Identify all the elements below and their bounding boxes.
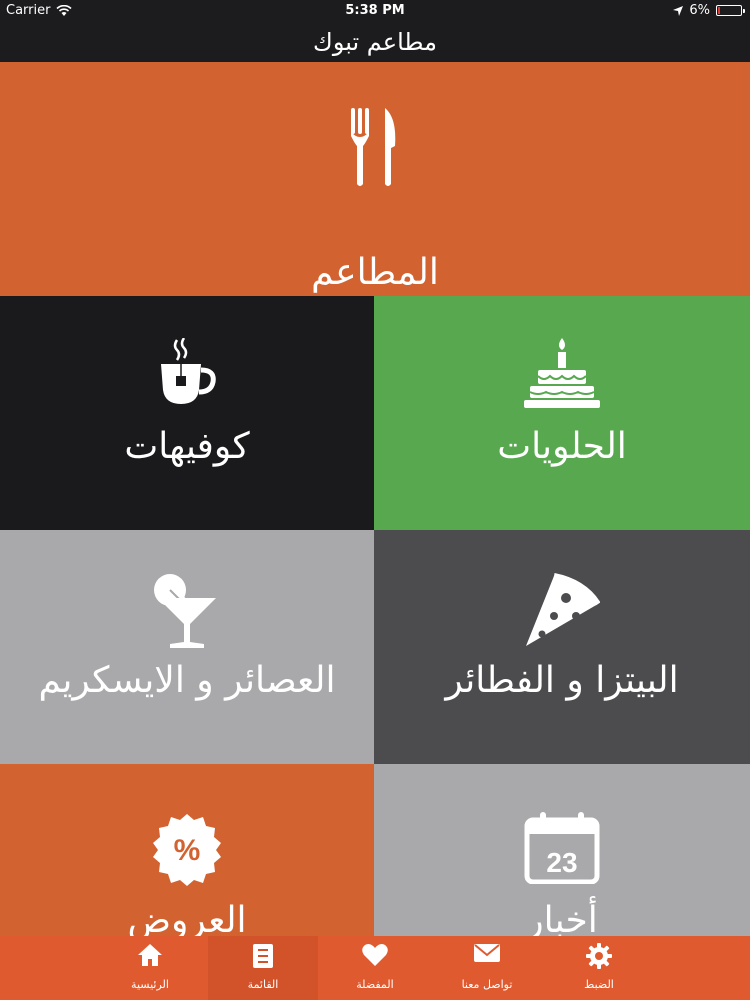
calendar-icon: 23 [524, 812, 600, 884]
cake-icon [524, 338, 600, 408]
tab-home-label: الرئيسية [131, 978, 169, 991]
svg-text:%: % [174, 834, 201, 867]
tile-cafes-label: كوفيهات [124, 426, 250, 467]
status-bar: Carrier 5:38 PM 6% [0, 0, 750, 22]
tile-pizza[interactable]: البيتزا و الفطائر [374, 530, 750, 764]
tab-menu[interactable]: القائمة [208, 936, 318, 1000]
tab-menu-label: القائمة [247, 978, 279, 991]
tab-contact-label: تواصل معنا [461, 978, 513, 991]
tea-cup-icon [161, 338, 216, 404]
status-time: 5:38 PM [345, 3, 405, 18]
tile-juices-label: العصائر و الايسكريم [38, 660, 336, 701]
tile-pizza-label: البيتزا و الفطائر [445, 660, 679, 701]
tile-cafes[interactable]: كوفيهات [0, 296, 374, 530]
percent-badge-icon: % [153, 814, 221, 886]
tile-offers[interactable]: % العروض [0, 764, 374, 936]
heart-icon [362, 944, 388, 966]
mail-icon [474, 944, 500, 962]
battery-icon [716, 5, 745, 16]
tile-restaurants[interactable]: المطاعم [0, 62, 750, 296]
list-icon [253, 944, 273, 968]
status-right: 6% [673, 3, 745, 18]
tab-bar: الرئيسية القائمة المفضلة تواصل معنا الضب… [0, 936, 750, 1000]
tile-offers-label: العروض [127, 900, 247, 936]
gear-icon [586, 943, 612, 969]
page-title: مطاعم تبوك [0, 22, 750, 62]
tile-sweets-label: الحلويات [497, 426, 627, 467]
tile-news[interactable]: 23 أخبار [374, 764, 750, 936]
location-arrow-icon [673, 5, 684, 16]
tab-home[interactable]: الرئيسية [95, 936, 205, 1000]
home-icon [138, 944, 162, 966]
tile-news-label: أخبار [526, 900, 598, 936]
tile-sweets[interactable]: الحلويات [374, 296, 750, 530]
tab-favorites-label: المفضلة [356, 978, 394, 991]
calendar-day: 23 [546, 847, 577, 878]
cocktail-icon [154, 574, 216, 648]
tab-favorites[interactable]: المفضلة [320, 936, 430, 1000]
battery-percent: 6% [689, 3, 710, 18]
pizza-icon [526, 573, 600, 646]
tile-restaurants-label: المطاعم [311, 252, 439, 293]
tab-settings-label: الضبط [584, 978, 614, 991]
tile-juices[interactable]: العصائر و الايسكريم [0, 530, 374, 764]
fork-knife-icon [351, 108, 396, 186]
tab-settings[interactable]: الضبط [544, 936, 654, 1000]
tab-contact[interactable]: تواصل معنا [432, 936, 542, 1000]
